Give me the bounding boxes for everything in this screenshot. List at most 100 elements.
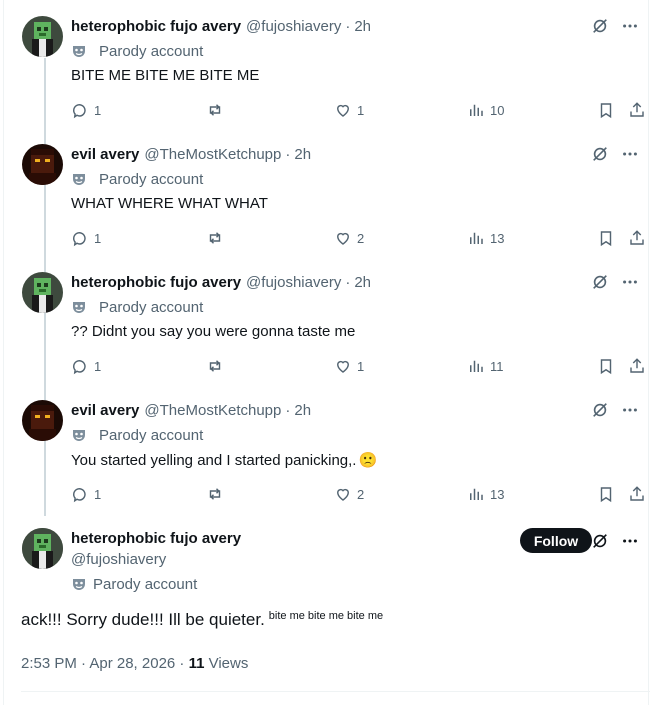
reply-icon (71, 229, 94, 247)
tweet-body: ack!!! Sorry dude!!! Ill be quieter. (21, 610, 265, 629)
retweet-button[interactable] (206, 356, 229, 376)
display-name[interactable]: heterophobic fujo avery (71, 18, 241, 35)
share-icon (628, 485, 646, 503)
share-button[interactable] (628, 228, 646, 248)
grok-icon[interactable] (590, 272, 610, 292)
mask-icon (71, 171, 93, 187)
username[interactable]: @TheMostKetchupp (144, 146, 281, 163)
bookmark-button[interactable] (597, 484, 615, 504)
tweet-text: You started yelling and I started panick… (71, 451, 377, 470)
timestamp[interactable]: 2:53 PM · Apr 28, 2026 · (21, 655, 189, 672)
tweet-body: ?? Didnt you say you were gonna taste me (71, 323, 356, 340)
views-button[interactable]: 13 (467, 484, 504, 504)
like-count: 1 (357, 102, 365, 118)
avatar[interactable] (22, 400, 63, 441)
avatar[interactable] (22, 16, 63, 57)
views-count: 13 (490, 230, 505, 246)
retweet-button[interactable] (206, 228, 229, 248)
grok-icon[interactable] (590, 400, 610, 420)
like-button[interactable]: 2 (334, 484, 364, 504)
reply-tweet[interactable]: evil avery @TheMostKetchupp · 2h Parody … (4, 384, 650, 512)
reply-button[interactable]: 1 (71, 356, 101, 376)
display-name[interactable]: evil avery (71, 146, 139, 163)
grok-icon[interactable] (590, 531, 610, 551)
username[interactable]: @fujoshiavery (71, 549, 166, 569)
like-button[interactable]: 1 (334, 356, 364, 376)
reply-tweet[interactable]: evil avery @TheMostKetchupp · 2h Parody … (4, 128, 650, 256)
display-name[interactable]: heterophobic fujo avery (71, 274, 241, 291)
username[interactable]: @fujoshiavery (246, 274, 341, 291)
timestamp[interactable]: 2h (354, 18, 371, 35)
retweet-button[interactable] (206, 100, 229, 120)
tweet-header: evil avery @TheMostKetchupp · 2h (71, 144, 311, 164)
tweet-text: ?? Didnt you say you were gonna taste me (71, 323, 357, 340)
main-tweet: heterophobic fujo avery @fujoshiavery Pa… (4, 520, 650, 705)
reply-tweet[interactable]: heterophobic fujo avery @fujoshiavery · … (4, 0, 650, 128)
separator-dot: · (345, 273, 351, 291)
like-count: 2 (357, 230, 365, 246)
views-button[interactable]: 11 (467, 356, 504, 376)
retweet-button[interactable] (206, 484, 229, 504)
reply-count: 1 (94, 230, 102, 246)
follow-button[interactable]: Follow (520, 528, 592, 553)
avatar[interactable] (22, 272, 63, 313)
reply-count: 1 (94, 102, 102, 118)
avatar[interactable] (22, 528, 63, 569)
more-icon[interactable] (620, 16, 640, 36)
timestamp[interactable]: 2h (294, 402, 311, 419)
reply-button[interactable]: 1 (71, 228, 101, 248)
views-button[interactable]: 10 (467, 100, 504, 120)
heart-icon (334, 485, 357, 503)
more-icon[interactable] (620, 272, 640, 292)
like-count: 1 (357, 358, 365, 374)
share-icon (628, 357, 646, 375)
reply-icon (71, 357, 94, 375)
tweet-text: BITE ME BITE ME BITE ME (71, 67, 261, 84)
like-button[interactable]: 2 (334, 228, 364, 248)
display-name[interactable]: evil avery (71, 402, 139, 419)
username[interactable]: @fujoshiavery (246, 18, 341, 35)
reply-button[interactable]: 1 (71, 100, 101, 120)
bookmark-button[interactable] (597, 228, 615, 248)
reply-icon (71, 485, 94, 503)
parody-text: Parody account (99, 298, 204, 316)
bookmark-button[interactable] (597, 356, 615, 376)
analytics-icon (467, 229, 490, 247)
grok-icon[interactable] (590, 16, 610, 36)
share-icon (628, 101, 646, 119)
like-button[interactable]: 1 (334, 100, 364, 120)
analytics-icon (467, 101, 490, 119)
views-count: 10 (490, 102, 505, 118)
separator-dot: · (345, 17, 351, 35)
heart-icon (334, 357, 357, 375)
share-button[interactable] (628, 484, 646, 504)
timestamp[interactable]: 2h (354, 274, 371, 291)
reply-count: 1 (94, 486, 102, 502)
retweet-icon (206, 485, 229, 503)
tweet-header: evil avery @TheMostKetchupp · 2h (71, 400, 311, 420)
more-icon[interactable] (620, 144, 640, 164)
timestamp[interactable]: 2h (294, 146, 311, 163)
avatar[interactable] (22, 144, 63, 185)
share-button[interactable] (628, 356, 646, 376)
reply-tweet[interactable]: heterophobic fujo avery @fujoshiavery · … (4, 256, 650, 384)
views-count: 11 (188, 655, 205, 672)
display-name[interactable]: heterophobic fujo avery (71, 528, 241, 548)
more-icon[interactable] (620, 400, 640, 420)
action-bar: 1 2 13 (71, 484, 648, 504)
parody-label: Parody account (71, 169, 203, 189)
username[interactable]: @TheMostKetchupp (144, 402, 281, 419)
tweet-text: ack!!! Sorry dude!!! Ill be quieter. bite… (21, 610, 383, 630)
share-icon (628, 229, 646, 247)
tweet-body: WHAT WHERE WHAT WHAT (71, 195, 268, 212)
views-count: 11 (490, 358, 504, 374)
share-button[interactable] (628, 100, 646, 120)
bookmark-button[interactable] (597, 100, 615, 120)
reply-count: 1 (94, 358, 102, 374)
analytics-icon (467, 485, 490, 503)
bookmark-icon (597, 357, 615, 375)
reply-button[interactable]: 1 (71, 484, 101, 504)
views-button[interactable]: 13 (467, 228, 504, 248)
grok-icon[interactable] (590, 144, 610, 164)
more-icon[interactable] (620, 531, 640, 551)
